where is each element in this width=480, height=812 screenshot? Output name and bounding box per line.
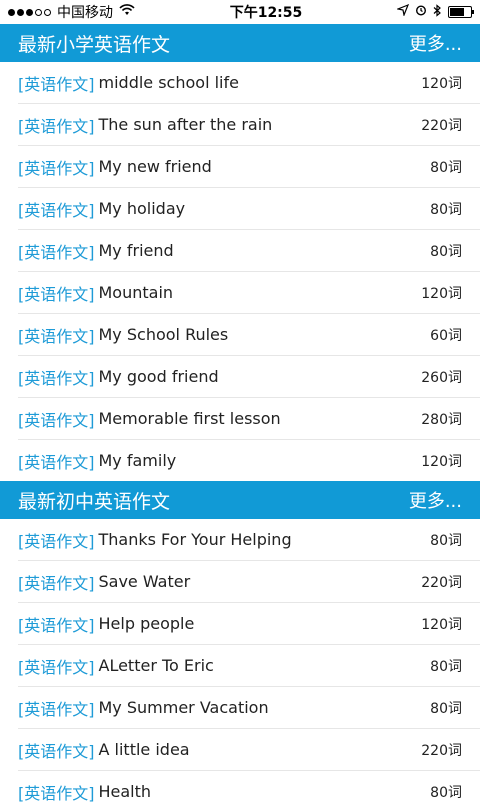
word-count: 80词 xyxy=(430,658,462,675)
word-count: 80词 xyxy=(430,243,462,260)
essay-row[interactable]: [英语作文] Memorable first lesson 280词 xyxy=(18,398,480,440)
word-count: 60词 xyxy=(430,327,462,344)
essay-title: My Summer Vacation xyxy=(98,698,269,717)
word-count: 220词 xyxy=(421,117,462,134)
carrier-name: 中国移动 xyxy=(57,5,113,21)
word-count: 120词 xyxy=(421,285,462,302)
essay-tag: [英语作文] xyxy=(18,158,95,178)
essay-title: My School Rules xyxy=(98,325,229,344)
status-bar: 中国移动 下午12:55 xyxy=(0,0,480,24)
essay-row[interactable]: [英语作文] middle school life 120词 xyxy=(18,62,480,104)
essay-row[interactable]: [英语作文] My family 120词 xyxy=(18,440,480,481)
essay-list-junior: [英语作文] Thanks For Your Helping 80词 [英语作文] S… xyxy=(0,519,480,812)
essay-tag: [英语作文] xyxy=(18,531,95,551)
essay-tag: [英语作文] xyxy=(18,368,95,388)
essay-title: My holiday xyxy=(98,199,186,218)
essay-tag: [英语作文] xyxy=(18,326,95,346)
essay-title: middle school life xyxy=(98,73,239,92)
essay-tag: [英语作文] xyxy=(18,116,95,136)
essay-title: My good friend xyxy=(98,367,219,386)
essay-row[interactable]: [英语作文] My holiday 80词 xyxy=(18,188,480,230)
essay-title: Help people xyxy=(98,614,195,633)
essay-title: Health xyxy=(98,782,152,801)
essay-tag: [英语作文] xyxy=(18,200,95,220)
word-count: 280词 xyxy=(421,411,462,428)
essay-title: The sun after the rain xyxy=(98,115,273,134)
essay-tag: [英语作文] xyxy=(18,452,95,472)
essay-tag: [英语作文] xyxy=(18,741,95,761)
essay-title: Mountain xyxy=(98,283,174,302)
more-link[interactable]: 更多... xyxy=(409,30,462,56)
wifi-icon xyxy=(119,4,135,20)
section-title: 最新初中英语作文 xyxy=(18,490,171,513)
essay-title: My family xyxy=(98,451,177,470)
essay-title: Save Water xyxy=(98,572,191,591)
word-count: 120词 xyxy=(421,75,462,92)
essay-row[interactable]: [英语作文] My Summer Vacation 80词 xyxy=(18,687,480,729)
status-right xyxy=(395,3,474,21)
word-count: 220词 xyxy=(421,574,462,591)
essay-row[interactable]: [英语作文] A little idea 220词 xyxy=(18,729,480,771)
essay-row[interactable]: [英语作文] My new friend 80词 xyxy=(18,146,480,188)
essay-tag: [英语作文] xyxy=(18,699,95,719)
word-count: 80词 xyxy=(430,532,462,549)
essay-tag: [英语作文] xyxy=(18,615,95,635)
battery-icon xyxy=(447,6,474,18)
essay-row[interactable]: [英语作文] Thanks For Your Helping 80词 xyxy=(18,519,480,561)
essay-tag: [英语作文] xyxy=(18,410,95,430)
section-header-primary: 最新小学英语作文 更多... xyxy=(0,24,480,62)
word-count: 80词 xyxy=(430,784,462,801)
essay-title: Memorable first lesson xyxy=(98,409,281,428)
essay-row[interactable]: [英语作文] Health 80词 xyxy=(18,771,480,812)
essay-title: My new friend xyxy=(98,157,212,176)
bluetooth-icon xyxy=(433,3,442,21)
essay-tag: [英语作文] xyxy=(18,242,95,262)
word-count: 220词 xyxy=(421,742,462,759)
essay-list-primary: [英语作文] middle school life 120词 [英语作文] The s… xyxy=(0,62,480,481)
essay-row[interactable]: [英语作文] Mountain 120词 xyxy=(18,272,480,314)
essay-tag: [英语作文] xyxy=(18,573,95,593)
more-link[interactable]: 更多... xyxy=(409,487,462,513)
section-title: 最新小学英语作文 xyxy=(18,33,171,56)
word-count: 120词 xyxy=(421,616,462,633)
essay-row[interactable]: [英语作文] My School Rules 60词 xyxy=(18,314,480,356)
signal-strength-icon xyxy=(8,8,51,16)
alarm-icon xyxy=(415,4,427,20)
essay-title: A little idea xyxy=(98,740,190,759)
essay-tag: [英语作文] xyxy=(18,657,95,677)
status-left: 中国移动 xyxy=(8,2,135,22)
word-count: 80词 xyxy=(430,201,462,218)
essay-row[interactable]: [英语作文] My friend 80词 xyxy=(18,230,480,272)
essay-row[interactable]: [英语作文] The sun after the rain 220词 xyxy=(18,104,480,146)
essay-tag: [英语作文] xyxy=(18,74,95,94)
essay-row[interactable]: [英语作文] Save Water 220词 xyxy=(18,561,480,603)
clock: 下午12:55 xyxy=(229,5,303,21)
essay-title: Thanks For Your Helping xyxy=(98,530,292,549)
essay-row[interactable]: [英语作文] Help people 120词 xyxy=(18,603,480,645)
location-icon xyxy=(395,3,410,20)
essay-row[interactable]: [英语作文] My good friend 260词 xyxy=(18,356,480,398)
word-count: 80词 xyxy=(430,159,462,176)
word-count: 80词 xyxy=(430,700,462,717)
word-count: 120词 xyxy=(421,453,462,470)
essay-row[interactable]: [英语作文] ALetter To Eric 80词 xyxy=(18,645,480,687)
section-header-junior: 最新初中英语作文 更多... xyxy=(0,481,480,519)
essay-title: My friend xyxy=(98,241,174,260)
essay-tag: [英语作文] xyxy=(18,284,95,304)
word-count: 260词 xyxy=(421,369,462,386)
essay-title: ALetter To Eric xyxy=(98,656,214,675)
